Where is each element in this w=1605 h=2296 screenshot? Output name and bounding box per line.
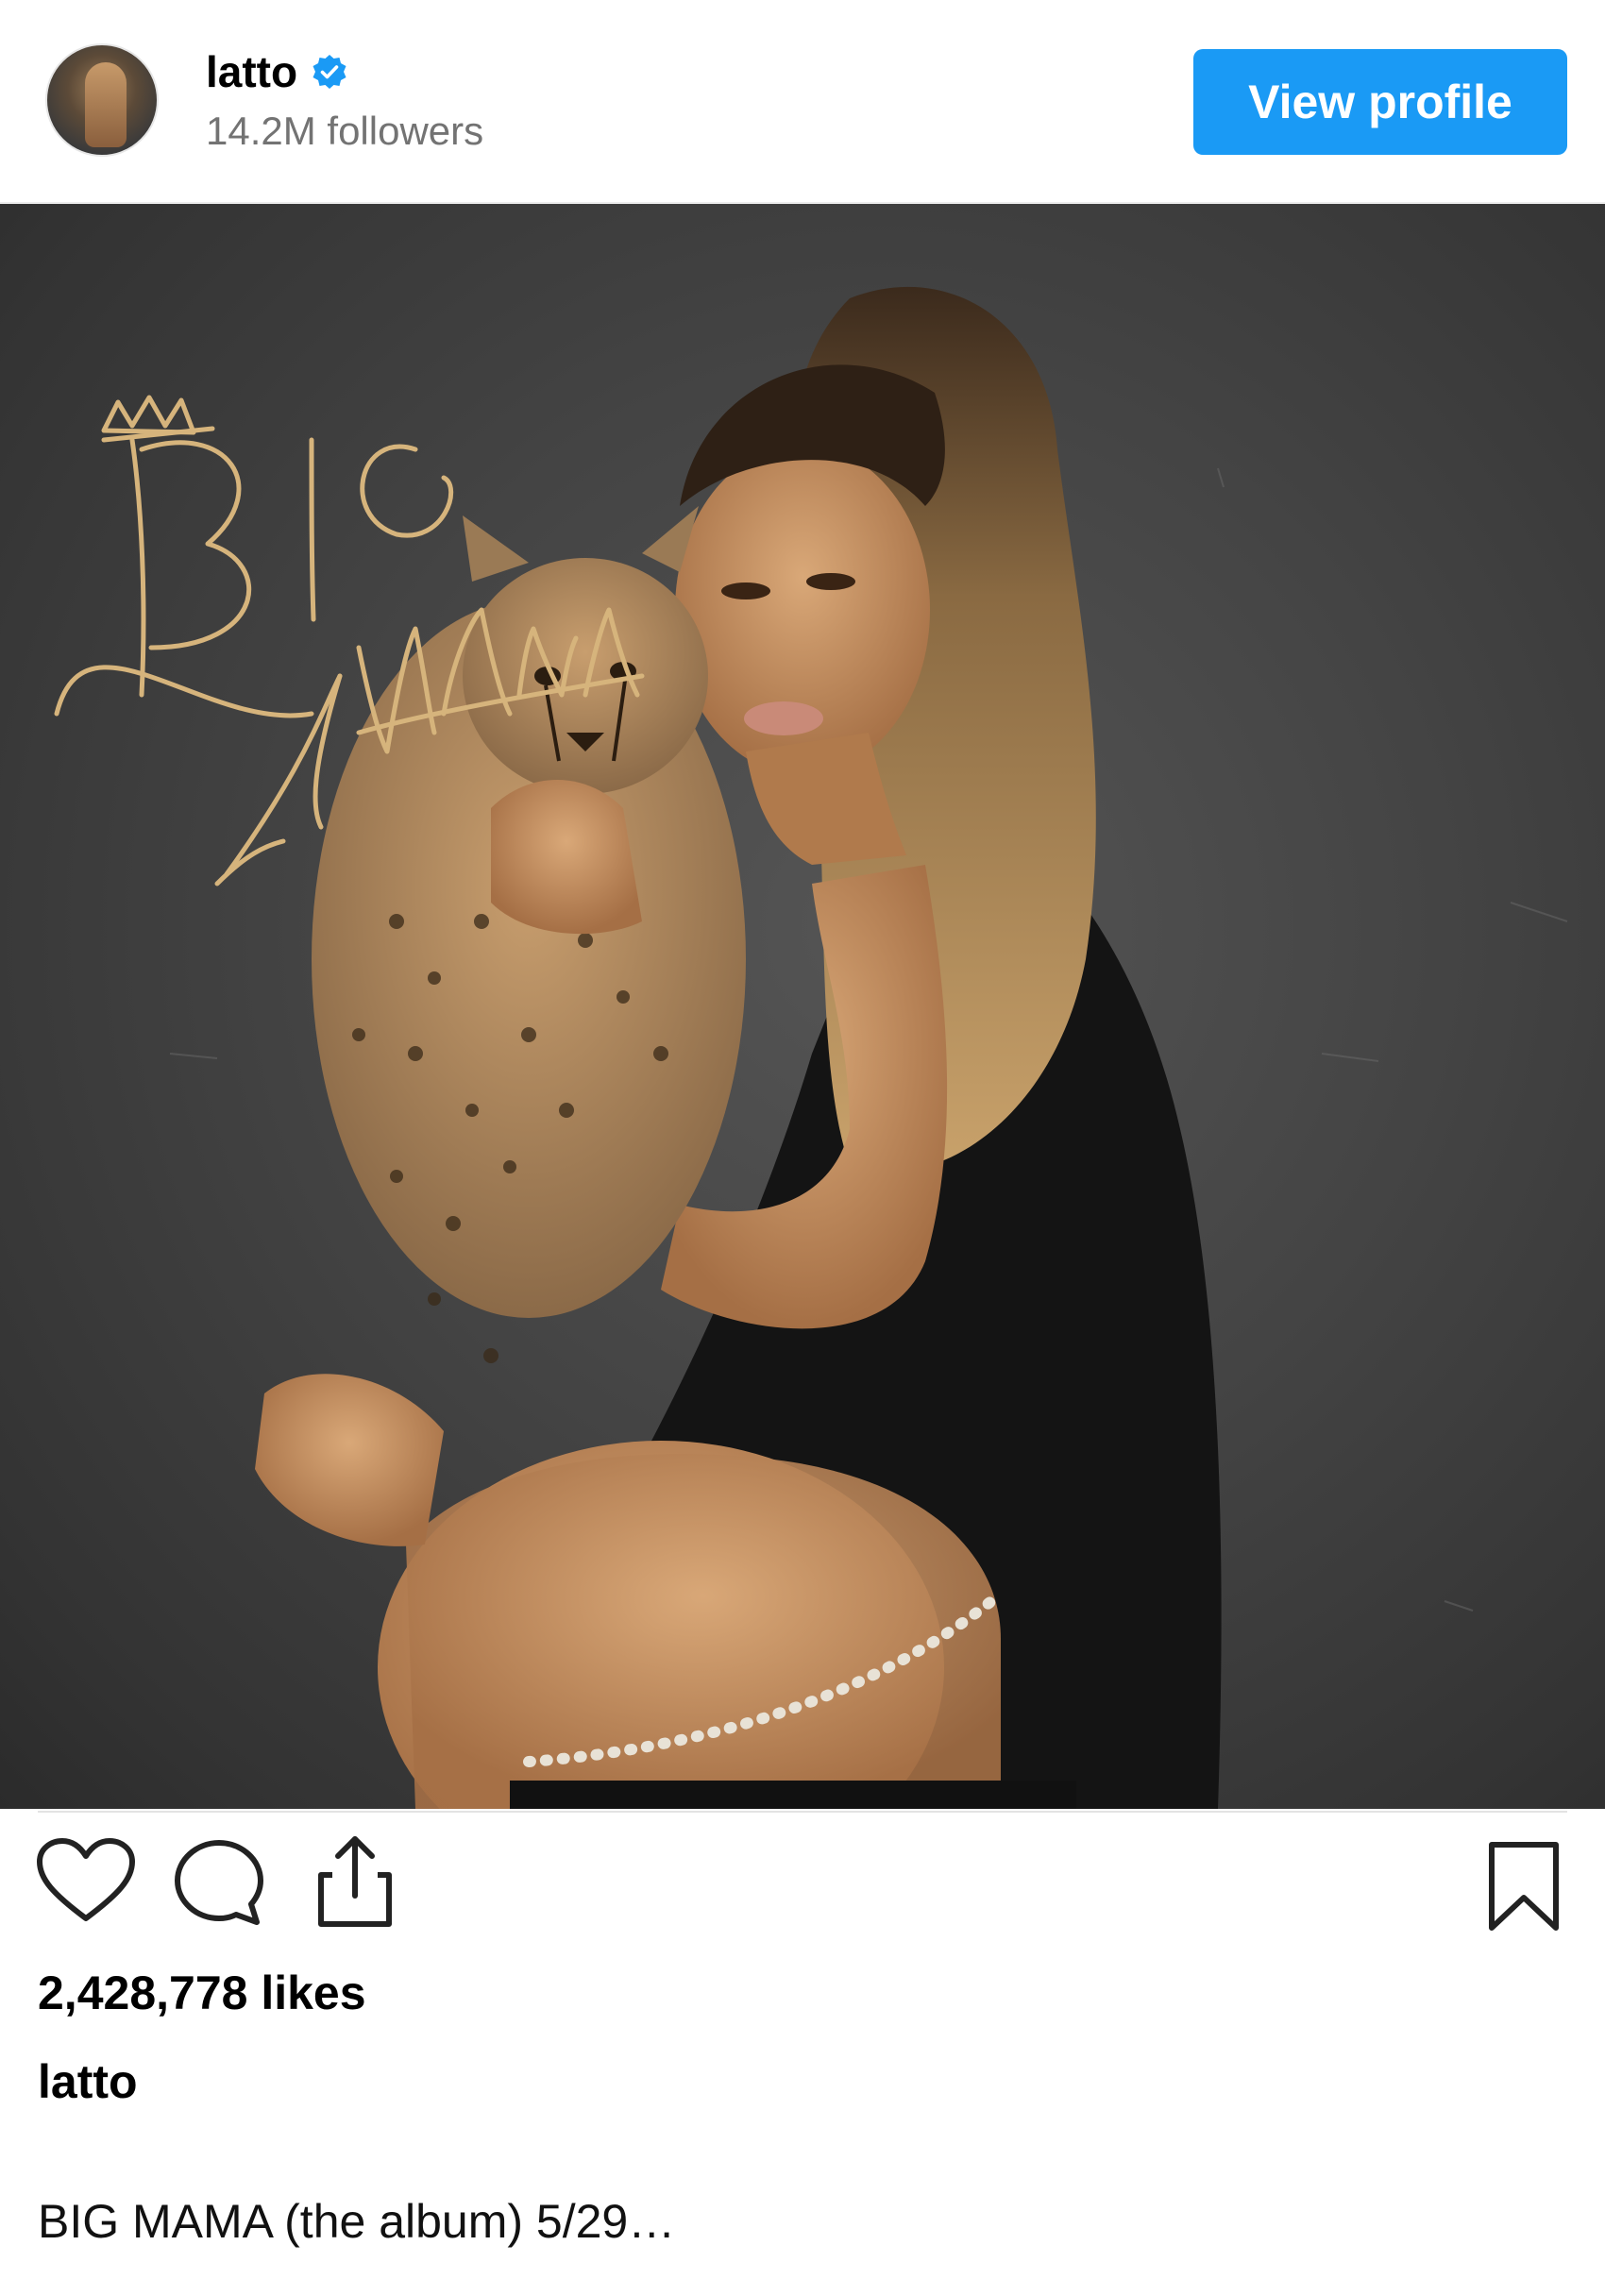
verified-badge-icon [313,55,346,89]
post-header: latto 14.2M followers View profile [0,0,1605,204]
avatar-figure [85,62,127,147]
image-divider [38,1811,1567,1813]
caption-username[interactable]: latto [38,2058,138,2105]
username-row: latto [206,43,348,100]
follower-count: 14.2M followers [206,109,484,153]
heart-icon[interactable] [34,1835,138,1930]
comment-icon[interactable] [170,1835,274,1930]
caption-text: BIG MAMA (the album) 5/29… [38,2195,676,2248]
action-bar [0,1835,1605,1949]
username[interactable]: latto [206,50,297,93]
like-count[interactable]: 2,428,778 likes [38,1969,366,2017]
avatar[interactable] [45,43,159,157]
post-image[interactable] [0,204,1605,1809]
share-icon[interactable] [308,1830,402,1933]
view-profile-button[interactable]: View profile [1193,49,1567,155]
bookmark-icon[interactable] [1484,1839,1563,1933]
album-cover-art [54,286,1568,1809]
